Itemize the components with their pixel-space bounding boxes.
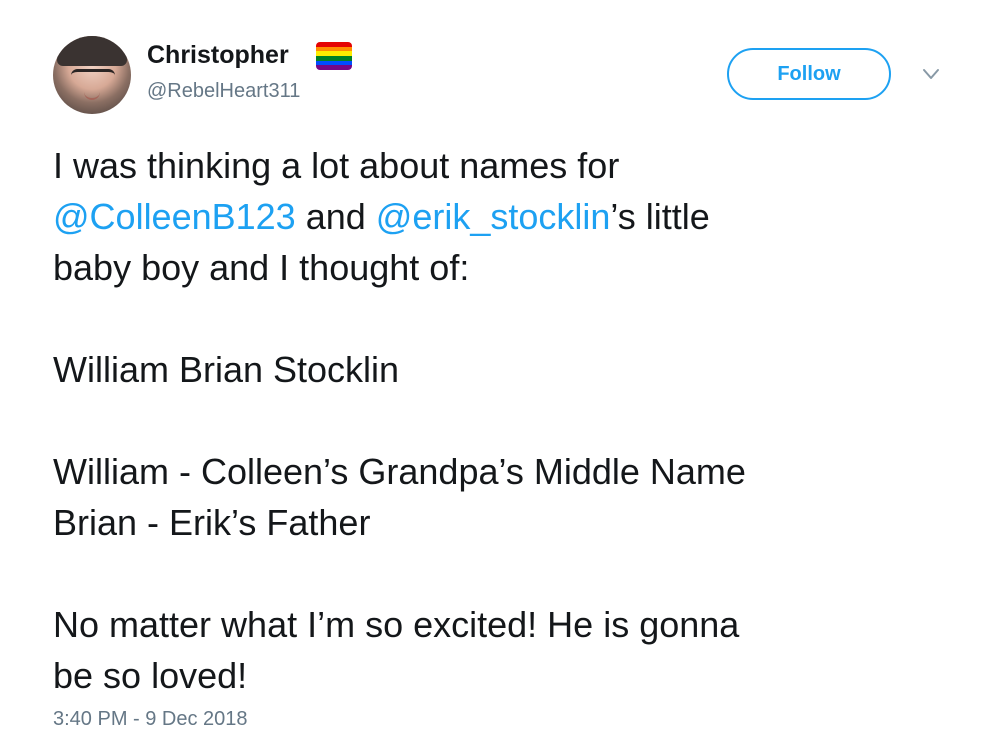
tweet-text-fragment: ’s little bbox=[610, 196, 710, 237]
avatar-glasses bbox=[71, 69, 115, 82]
tweet-card: Christopher @RebelHeart311 Follow I was … bbox=[0, 0, 1000, 748]
tweet-line: be so loved! bbox=[53, 655, 248, 696]
mention-link[interactable]: @ColleenB123 bbox=[53, 196, 296, 237]
tweet-timestamp[interactable]: 3:40 PM - 9 Dec 2018 bbox=[53, 708, 248, 731]
tweet-text-fragment: and bbox=[295, 196, 376, 237]
tweet-text: I was thinking a lot about names for @Co… bbox=[53, 140, 973, 701]
mention-link[interactable]: @erik_stocklin bbox=[376, 196, 611, 237]
avatar-mouth bbox=[84, 92, 100, 100]
avatar-hair bbox=[57, 36, 127, 66]
display-name[interactable]: Christopher bbox=[147, 41, 289, 70]
tweet-line: baby boy and I thought of: bbox=[53, 247, 470, 288]
flag-stripe-purple bbox=[316, 65, 352, 70]
rainbow-flag-icon bbox=[316, 42, 352, 70]
tweet-line: @ColleenB123 and @erik_stocklin’s little bbox=[53, 191, 973, 242]
user-handle[interactable]: @RebelHeart311 bbox=[147, 80, 300, 103]
chevron-down-icon[interactable] bbox=[921, 66, 941, 82]
tweet-line: William Brian Stocklin bbox=[53, 349, 400, 390]
tweet-blank-line bbox=[53, 548, 973, 599]
tweet-line: I was thinking a lot about names for bbox=[53, 145, 620, 186]
tweet-line: No matter what I’m so excited! He is gon… bbox=[53, 604, 740, 645]
tweet-blank-line bbox=[53, 395, 973, 446]
tweet-line: William - Colleen’s Grandpa’s Middle Nam… bbox=[53, 451, 746, 492]
avatar[interactable] bbox=[53, 36, 131, 114]
follow-button[interactable]: Follow bbox=[727, 48, 891, 100]
tweet-blank-line bbox=[53, 293, 973, 344]
tweet-line: Brian - Erik’s Father bbox=[53, 502, 371, 543]
